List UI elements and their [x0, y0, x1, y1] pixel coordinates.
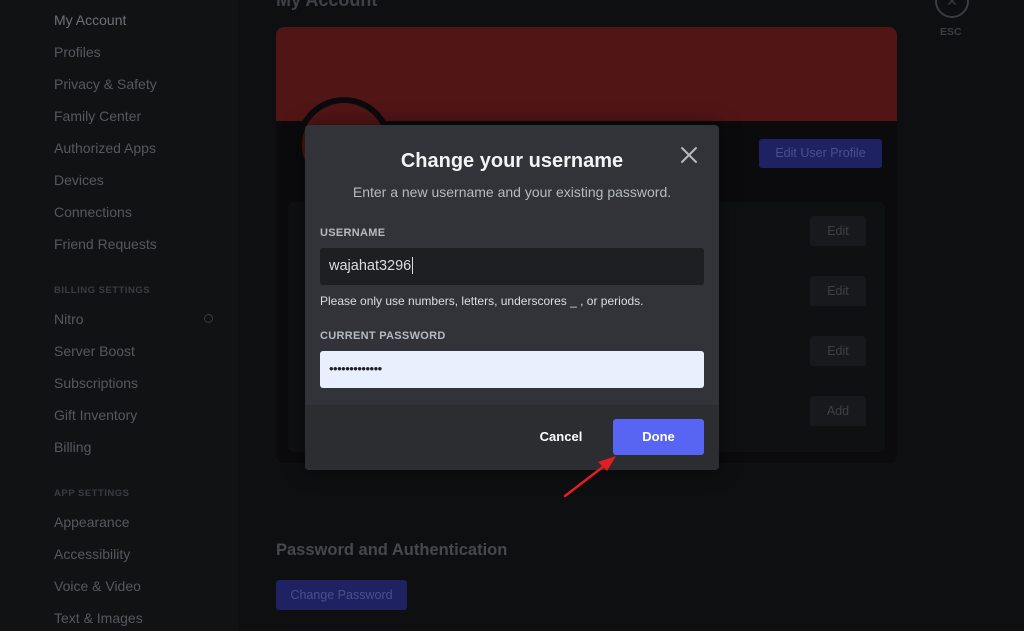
arrow-annotation	[563, 456, 616, 498]
sidebar-item-nitro[interactable]: Nitro	[54, 311, 84, 327]
text-caret	[412, 256, 414, 274]
app-settings-header: APP SETTINGS	[54, 488, 130, 499]
cancel-button[interactable]: Cancel	[527, 419, 595, 455]
sidebar-item-billing[interactable]: Billing	[54, 439, 91, 455]
settings-sidebar: My Account Profiles Privacy & Safety Fam…	[0, 0, 238, 631]
password-auth-section-title: Password and Authentication	[276, 541, 508, 559]
change-password-button[interactable]: Change Password	[276, 580, 407, 610]
change-username-modal: Change your username Enter a new usernam…	[305, 125, 719, 470]
sidebar-item-appearance[interactable]: Appearance	[54, 514, 130, 530]
username-label: USERNAME	[320, 227, 386, 239]
sidebar-item-friend-requests[interactable]: Friend Requests	[54, 236, 157, 252]
current-password-label: CURRENT PASSWORD	[320, 330, 446, 342]
sidebar-item-text-images[interactable]: Text & Images	[54, 610, 143, 626]
sidebar-item-gift-inventory[interactable]: Gift Inventory	[54, 407, 137, 423]
edit-display-name-button[interactable]: Edit	[810, 216, 866, 246]
sidebar-item-family-center[interactable]: Family Center	[54, 108, 141, 124]
sidebar-item-authorized-apps[interactable]: Authorized Apps	[54, 140, 156, 156]
sidebar-item-voice-video[interactable]: Voice & Video	[54, 578, 141, 594]
username-value: wajahat3296	[329, 258, 412, 274]
edit-user-profile-button[interactable]: Edit User Profile	[759, 139, 882, 168]
current-password-input[interactable]: •••••••••••••	[320, 351, 704, 388]
esc-label: ESC	[940, 26, 962, 38]
sidebar-item-server-boost[interactable]: Server Boost	[54, 343, 135, 359]
sidebar-item-accessibility[interactable]: Accessibility	[54, 546, 130, 562]
esc-close-icon[interactable]: ✕	[935, 0, 969, 18]
billing-settings-header: BILLING SETTINGS	[54, 285, 151, 296]
edit-username-button[interactable]: Edit	[810, 276, 866, 306]
page-title: My Account	[276, 0, 378, 10]
username-input[interactable]: wajahat3296	[320, 248, 704, 285]
sidebar-item-my-account[interactable]: My Account	[54, 12, 126, 28]
modal-footer: Cancel Done	[305, 405, 719, 470]
sidebar-item-profiles[interactable]: Profiles	[54, 44, 101, 60]
modal-subtitle: Enter a new username and your existing p…	[352, 184, 672, 200]
sidebar-item-connections[interactable]: Connections	[54, 204, 132, 220]
close-icon[interactable]	[677, 143, 701, 167]
sidebar-item-devices[interactable]: Devices	[54, 172, 104, 188]
add-phone-button[interactable]: Add	[810, 396, 866, 426]
sidebar-item-subscriptions[interactable]: Subscriptions	[54, 375, 138, 391]
sidebar-item-privacy-safety[interactable]: Privacy & Safety	[54, 76, 157, 92]
edit-email-button[interactable]: Edit	[810, 336, 866, 366]
password-value: •••••••••••••	[329, 361, 382, 376]
done-button[interactable]: Done	[613, 419, 704, 455]
modal-title: Change your username	[400, 150, 624, 172]
nitro-icon	[204, 314, 213, 323]
username-hint: Please only use numbers, letters, unders…	[320, 294, 644, 308]
